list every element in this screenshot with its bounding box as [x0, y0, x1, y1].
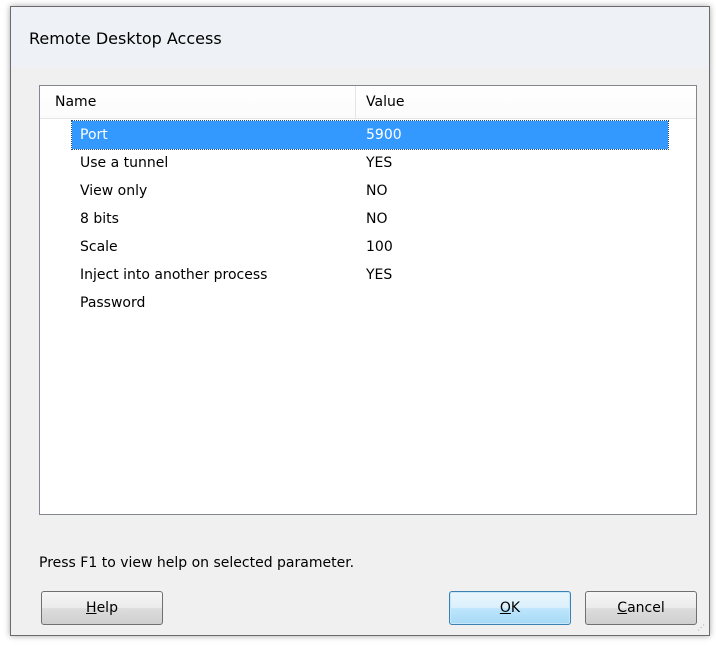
param-value: NO [366, 183, 388, 199]
help-button-mnemonic: H [86, 600, 97, 616]
param-value: YES [366, 267, 393, 283]
param-name: 8 bits [80, 211, 119, 227]
column-header-filler [696, 86, 697, 118]
param-name: Port [80, 127, 108, 143]
list-item-scale[interactable]: Scale 100 [72, 233, 668, 261]
param-value: 100 [366, 239, 393, 255]
window-title: Remote Desktop Access [29, 29, 222, 48]
list-item-use-a-tunnel[interactable]: Use a tunnel YES [72, 149, 668, 177]
ok-button-label: K [510, 600, 521, 616]
help-hint-text: Press F1 to view help on selected parame… [39, 555, 355, 571]
list-item-password[interactable]: Password [72, 289, 668, 317]
dialog-window: Remote Desktop Access Name Value Port 59… [10, 6, 710, 636]
help-button[interactable]: Help [41, 591, 163, 625]
param-name: Password [80, 295, 146, 311]
list-header: Name Value [40, 86, 696, 119]
cancel-button-label: ancel [627, 600, 665, 616]
title-bar[interactable]: Remote Desktop Access [11, 7, 709, 67]
param-name: Use a tunnel [80, 155, 169, 171]
list-item-view-only[interactable]: View only NO [72, 177, 668, 205]
help-button-label: elp [96, 600, 118, 616]
param-name: View only [80, 183, 148, 199]
column-header-value[interactable]: Value [356, 86, 696, 118]
parameters-list[interactable]: Name Value Port 5900 Use a tunnel YES Vi… [39, 85, 697, 515]
param-name: Scale [80, 239, 118, 255]
ok-button-mnemonic: O [499, 600, 511, 616]
resize-grip-icon[interactable]: ⋰ [697, 623, 707, 633]
param-value: YES [366, 155, 393, 171]
list-item-8-bits[interactable]: 8 bits NO [72, 205, 668, 233]
ok-button[interactable]: OK [449, 591, 571, 625]
param-value: NO [366, 211, 388, 227]
param-name: Inject into another process [80, 267, 268, 283]
cancel-button-mnemonic: C [617, 600, 628, 616]
list-item-port[interactable]: Port 5900 [71, 120, 669, 150]
column-header-name[interactable]: Name [40, 86, 356, 118]
param-value: 5900 [366, 127, 402, 143]
list-body: Port 5900 Use a tunnel YES View only NO … [40, 119, 696, 514]
cancel-button[interactable]: Cancel [585, 591, 697, 625]
list-item-inject-into-another-process[interactable]: Inject into another process YES [72, 261, 668, 289]
